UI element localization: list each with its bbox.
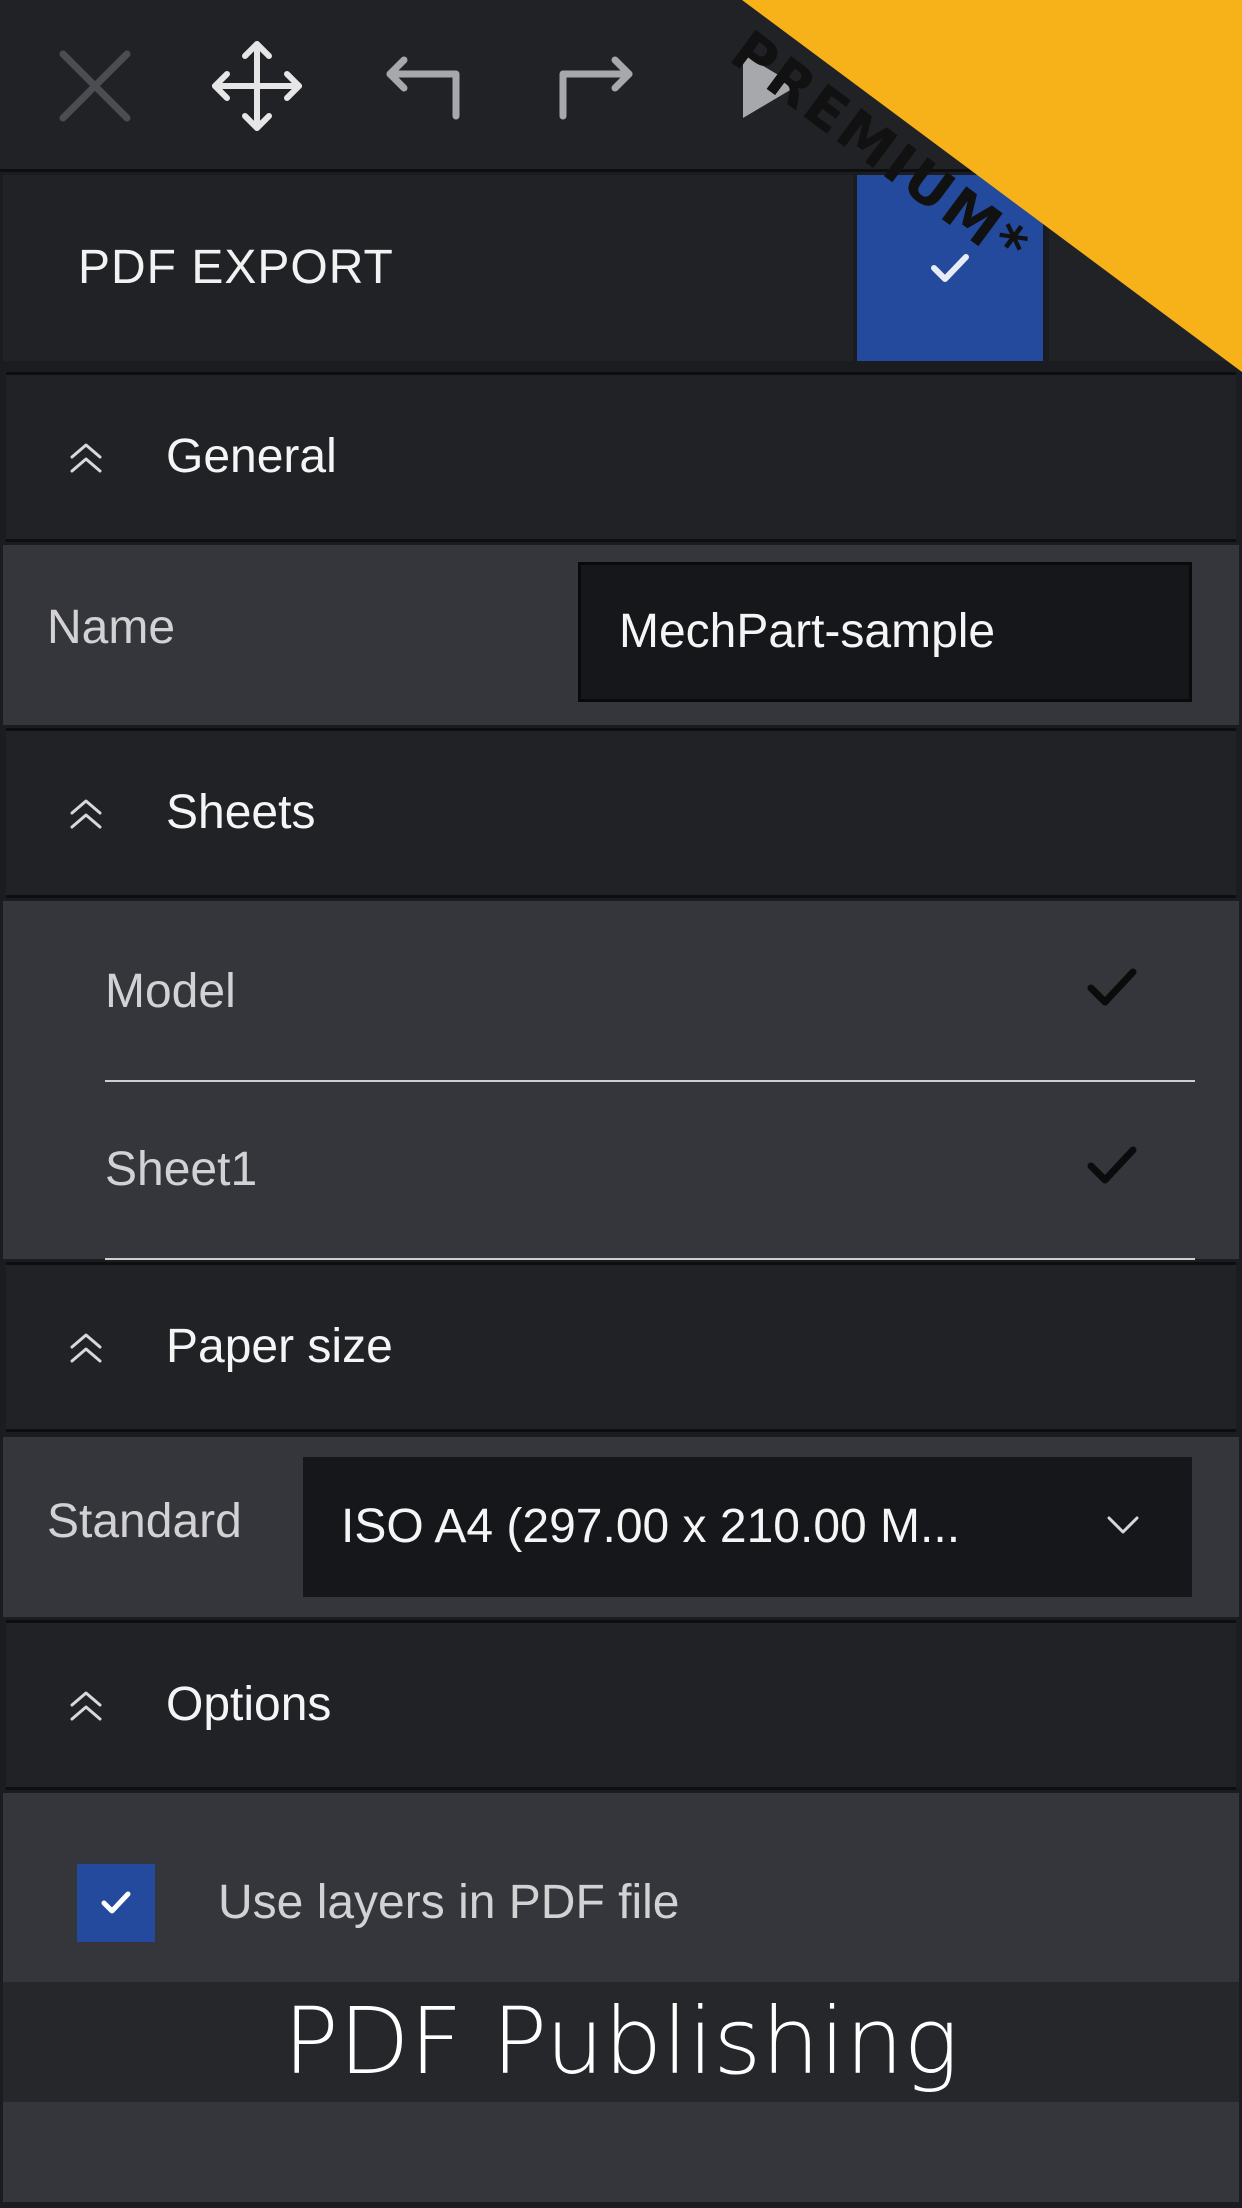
standard-select-value: ISO A4 (297.00 x 210.00 M... — [341, 1500, 961, 1553]
section-paper-size-label: Paper size — [166, 1320, 393, 1373]
sheet-item-model[interactable]: Model — [105, 904, 1195, 1082]
standard-select[interactable]: ISO A4 (297.00 x 210.00 M... — [303, 1457, 1192, 1597]
chevron-down-icon — [1107, 1516, 1139, 1534]
use-layers-checkbox[interactable] — [77, 1864, 155, 1942]
check-icon — [1087, 1146, 1137, 1184]
undo-button[interactable] — [374, 36, 474, 136]
caption-band: PDF Publishing — [3, 1982, 1239, 2102]
section-general-label: General — [166, 430, 337, 483]
sheet-item-sheet1[interactable]: Sheet1 — [105, 1082, 1195, 1260]
bottom-panel — [3, 2102, 1239, 2202]
caption-text: PDF Publishing — [283, 1988, 959, 2095]
check-icon — [101, 1891, 131, 1914]
section-options-header[interactable]: Options — [6, 1620, 1236, 1790]
name-input[interactable]: MechPart-sample — [578, 562, 1192, 702]
section-general-header[interactable]: General — [6, 372, 1236, 542]
close-button[interactable] — [45, 36, 145, 136]
chevron-up-double-icon — [70, 1333, 102, 1363]
move-button[interactable] — [207, 36, 307, 136]
chevron-up-double-icon — [70, 1691, 102, 1721]
section-sheets-header[interactable]: Sheets — [6, 728, 1236, 898]
check-icon — [931, 254, 969, 282]
name-label: Name — [47, 601, 176, 654]
section-paper-size-header[interactable]: Paper size — [6, 1262, 1236, 1432]
chevron-up-double-icon — [70, 799, 102, 829]
chevron-up-double-icon — [70, 443, 102, 473]
sheet-item-label: Model — [105, 965, 236, 1018]
redo-icon — [559, 56, 633, 120]
section-options-label: Options — [166, 1678, 332, 1731]
header-title-box: PDF EXPORT — [3, 175, 853, 361]
close-icon — [59, 50, 131, 122]
use-layers-label: Use layers in PDF file — [218, 1876, 680, 1929]
undo-icon — [386, 56, 460, 120]
standard-label: Standard — [47, 1495, 242, 1548]
move-icon — [212, 41, 302, 131]
redo-button[interactable] — [545, 36, 645, 136]
check-icon — [1087, 968, 1137, 1006]
section-sheets-label: Sheets — [166, 786, 316, 839]
sheet-item-label: Sheet1 — [105, 1143, 258, 1196]
page-title: PDF EXPORT — [78, 241, 394, 294]
